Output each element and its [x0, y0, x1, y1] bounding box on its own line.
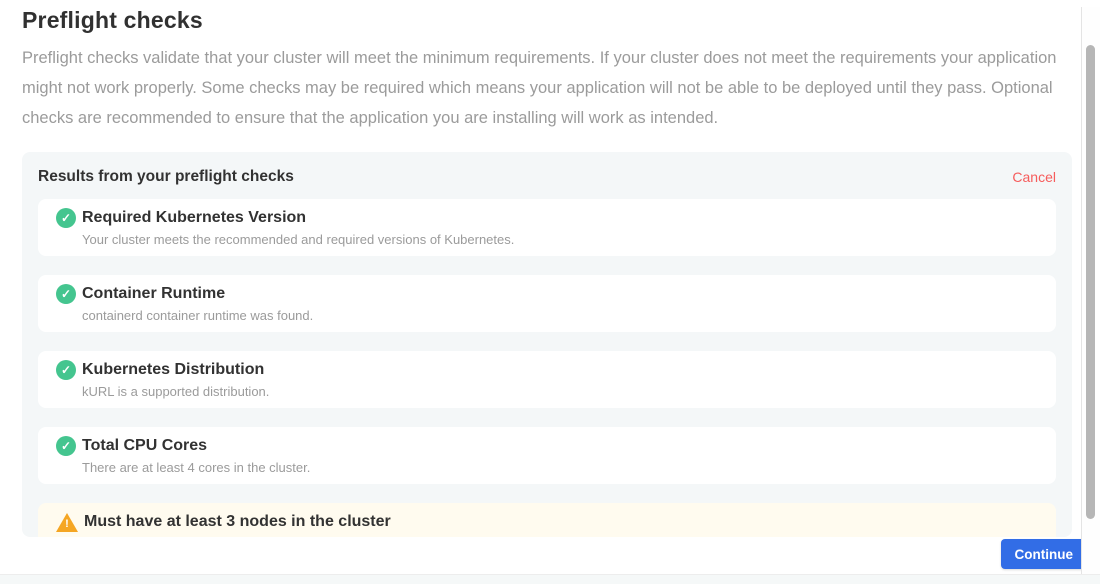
page-description: Preflight checks validate that your clus…: [22, 43, 1067, 133]
check-message: containerd container runtime was found.: [82, 308, 1040, 323]
check-title: Total CPU Cores: [82, 436, 1040, 455]
warning-triangle-icon: [56, 513, 78, 532]
check-message: Your cluster meets the recommended and r…: [82, 232, 1040, 247]
check-title: Container Runtime: [82, 284, 1040, 303]
check-text: Required Kubernetes Version Your cluster…: [82, 208, 1040, 247]
check-text: Container Runtime containerd container r…: [82, 284, 1040, 323]
cancel-link[interactable]: Cancel: [1012, 169, 1056, 185]
preflight-check-row: Kubernetes Distribution kURL is a suppor…: [38, 351, 1056, 408]
check-title: Kubernetes Distribution: [82, 360, 1040, 379]
scrollbar[interactable]: [1082, 7, 1100, 574]
check-message: There are at least 4 cores in the cluste…: [82, 460, 1040, 475]
check-text: Must have at least 3 nodes in the cluste…: [84, 512, 1040, 537]
preflight-check-row: Total CPU Cores There are at least 4 cor…: [38, 427, 1056, 484]
check-circle-icon: [56, 208, 76, 228]
check-text: Total CPU Cores There are at least 4 cor…: [82, 436, 1040, 475]
check-circle-icon: [56, 360, 76, 380]
check-title: Must have at least 3 nodes in the cluste…: [84, 512, 1040, 531]
panel-header: Results from your preflight checks Cance…: [38, 166, 1056, 186]
check-circle-icon: [56, 436, 76, 456]
check-title: Required Kubernetes Version: [82, 208, 1040, 227]
preflight-results-panel: Results from your preflight checks Cance…: [22, 152, 1072, 537]
check-circle-icon: [56, 284, 76, 304]
check-text: Kubernetes Distribution kURL is a suppor…: [82, 360, 1040, 399]
check-message: This application requires at least 3 nod…: [84, 536, 1040, 537]
continue-button[interactable]: Continue: [1001, 539, 1088, 569]
preflight-check-row: Required Kubernetes Version Your cluster…: [38, 199, 1056, 256]
preflight-check-row: Container Runtime containerd container r…: [38, 275, 1056, 332]
check-message: kURL is a supported distribution.: [82, 384, 1040, 399]
panel-heading: Results from your preflight checks: [38, 168, 294, 186]
scrollbar-thumb[interactable]: [1086, 45, 1095, 519]
bottom-strip: [0, 574, 1100, 584]
preflight-check-row: Must have at least 3 nodes in the cluste…: [38, 503, 1056, 537]
page-title: Preflight checks: [22, 7, 1100, 34]
checks-list: Required Kubernetes Version Your cluster…: [38, 199, 1056, 537]
